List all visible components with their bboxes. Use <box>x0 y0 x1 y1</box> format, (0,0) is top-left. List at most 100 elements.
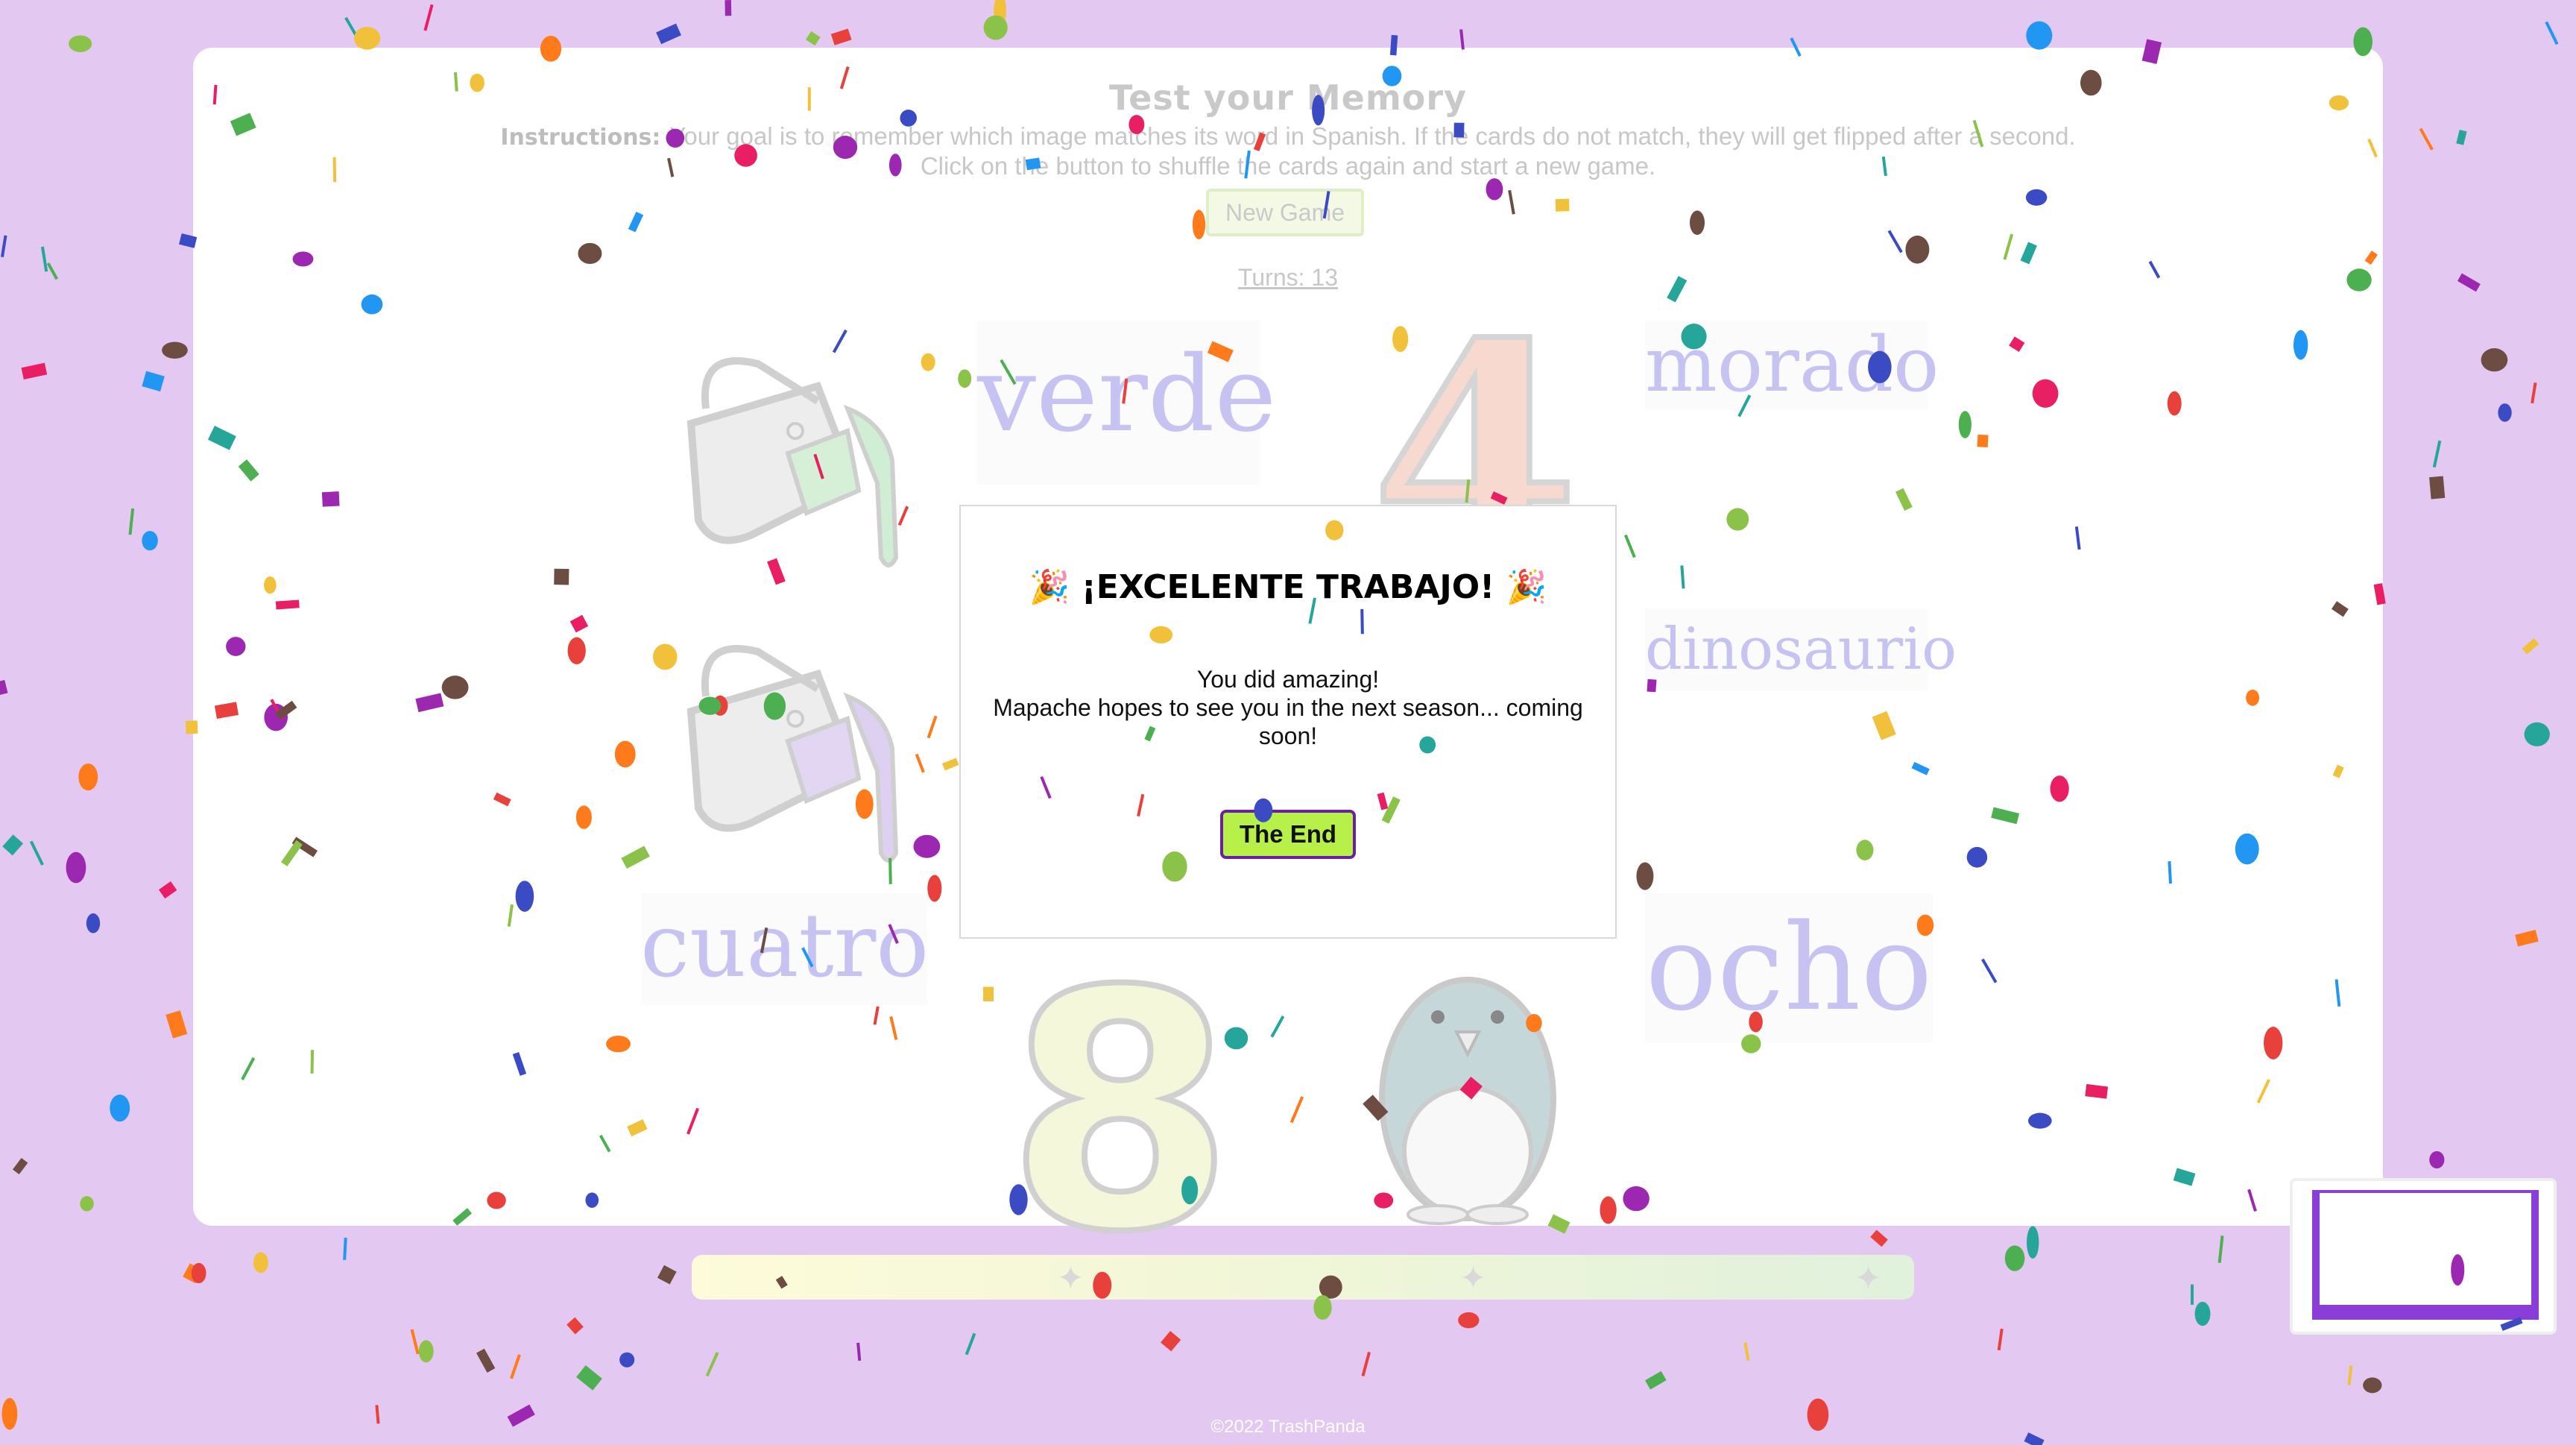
copyright: ©2022 TrashPanda <box>1210 1417 1366 1437</box>
confetti-piece <box>2515 930 2539 947</box>
confetti-piece <box>0 235 7 257</box>
confetti-piece <box>21 362 48 380</box>
instructions-label: Instructions: <box>500 125 661 151</box>
paint-bucket-purple-icon <box>686 645 899 863</box>
card-number-eight[interactable]: 8 <box>1001 919 1240 1306</box>
confetti-piece <box>2027 1226 2039 1259</box>
confetti-piece <box>2026 21 2053 50</box>
card-word-verde[interactable]: verde <box>977 321 1276 485</box>
confetti-piece <box>1870 1230 1888 1247</box>
confetti-piece <box>2217 1235 2224 1263</box>
confetti-piece <box>856 1342 862 1361</box>
confetti-piece <box>1997 1328 2004 1351</box>
instructions-line-1: Your goal is to remember which image mat… <box>669 122 2076 150</box>
confetti-piece <box>1459 29 1465 50</box>
confetti-piece <box>2545 21 2559 45</box>
confetti-piece <box>1361 1351 1371 1376</box>
card-word-morado[interactable]: morado <box>1645 321 1939 410</box>
dialog-message: You did amazing! Mapache hopes to see yo… <box>983 665 1593 750</box>
confetti-piece <box>2498 403 2512 422</box>
card-word-ocho[interactable]: ocho <box>1645 893 1933 1042</box>
confetti-piece <box>510 1354 521 1379</box>
raccoon-icon: ✦ <box>1854 1259 1882 1297</box>
confetti-piece <box>29 840 44 866</box>
confetti-piece <box>2432 440 2442 468</box>
confetti-piece <box>830 28 852 45</box>
dialog-line-2: Mapache hopes to see you in the next sea… <box>993 694 1583 749</box>
confetti-piece <box>476 1348 496 1373</box>
confetti-piece <box>805 31 821 46</box>
confetti-piece <box>2429 476 2446 500</box>
confetti-piece <box>1645 1370 1667 1390</box>
confetti-piece <box>66 851 86 884</box>
confetti-piece <box>2524 722 2550 746</box>
confetti-piece <box>165 1010 188 1039</box>
confetti-piece <box>2429 1150 2445 1169</box>
confetti-piece <box>423 4 434 31</box>
confetti-piece <box>724 0 732 16</box>
confetti-piece <box>158 881 177 899</box>
confetti-piece <box>965 1332 976 1356</box>
confetti-piece <box>566 1317 584 1335</box>
confetti-piece <box>343 1237 347 1260</box>
card-word-dinosaurio[interactable]: dinosaurio <box>1645 608 1957 690</box>
confetti-piece <box>80 1196 94 1212</box>
confetti-piece <box>2522 638 2539 655</box>
penguin-icon <box>1379 977 1556 1225</box>
progress-bar: ✦ ✦ ✦ <box>692 1255 1914 1300</box>
confetti-piece <box>705 1352 719 1377</box>
confetti-piece <box>40 246 48 272</box>
confetti-piece <box>12 1157 28 1175</box>
confetti-piece <box>1743 1342 1750 1361</box>
instructions-line-2: Click on the button to shuffle the cards… <box>920 152 1656 180</box>
confetti-piece <box>86 913 101 934</box>
minimap-page <box>2320 1193 2531 1305</box>
confetti-piece <box>128 508 135 535</box>
the-end-button[interactable]: The End <box>1220 810 1356 859</box>
raccoon-icon: ✦ <box>1057 1259 1085 1297</box>
confetti-piece <box>162 341 188 359</box>
confetti-piece <box>2419 128 2434 151</box>
confetti-piece <box>2457 273 2481 292</box>
confetti-piece <box>1161 1330 1181 1352</box>
instructions: Instructions: Your goal is to remember wh… <box>193 122 2383 180</box>
paint-bucket-green-icon <box>686 357 899 567</box>
confetti-piece <box>1458 1312 1480 1329</box>
confetti-piece <box>0 679 8 696</box>
raccoon-icon: ✦ <box>1459 1259 1487 1297</box>
party-popper-icon: 🎉 <box>1029 568 1070 606</box>
new-game-button[interactable]: New Game <box>1206 189 1364 236</box>
confetti-piece <box>46 262 59 280</box>
confetti-piece <box>983 15 1008 40</box>
confetti-piece <box>2 834 24 856</box>
confetti-piece <box>2194 1301 2211 1326</box>
confetti-piece <box>191 1262 206 1284</box>
minimap-thumbnail[interactable] <box>2290 1178 2557 1335</box>
card-word-cuatro[interactable]: cuatro <box>640 893 929 1005</box>
confetti-piece <box>110 1094 130 1122</box>
confetti-piece <box>657 1265 677 1285</box>
confetti-piece <box>354 26 381 50</box>
confetti-piece <box>142 531 158 551</box>
card-paint-bucket-green[interactable] <box>646 334 900 588</box>
card-penguin[interactable] <box>1348 928 1587 1226</box>
confetti-piece <box>2456 129 2467 145</box>
progress-fill <box>692 1255 1914 1300</box>
confetti-piece <box>2481 348 2508 372</box>
card-paint-bucket-purple[interactable] <box>646 629 900 883</box>
dialog-line-1: You did amazing! <box>1196 666 1380 693</box>
confetti-piece <box>78 764 98 791</box>
dialog-title-text: ¡EXCELENTE TRABAJO! <box>1081 568 1495 606</box>
confetti-piece <box>410 1329 420 1355</box>
confetti-piece <box>576 1365 602 1391</box>
completion-dialog: 🎉 ¡EXCELENTE TRABAJO! 🎉 You did amazing!… <box>959 505 1617 939</box>
confetti-piece <box>2191 1284 2194 1305</box>
confetti-piece <box>253 1252 268 1274</box>
confetti-piece <box>183 1263 203 1284</box>
confetti-piece <box>418 1340 434 1363</box>
confetti-piece <box>344 16 360 40</box>
confetti-piece <box>619 1352 635 1367</box>
confetti-piece <box>2347 1365 2353 1385</box>
confetti-piece <box>2363 1377 2382 1394</box>
number-eight-icon: 8 <box>1003 919 1237 1306</box>
